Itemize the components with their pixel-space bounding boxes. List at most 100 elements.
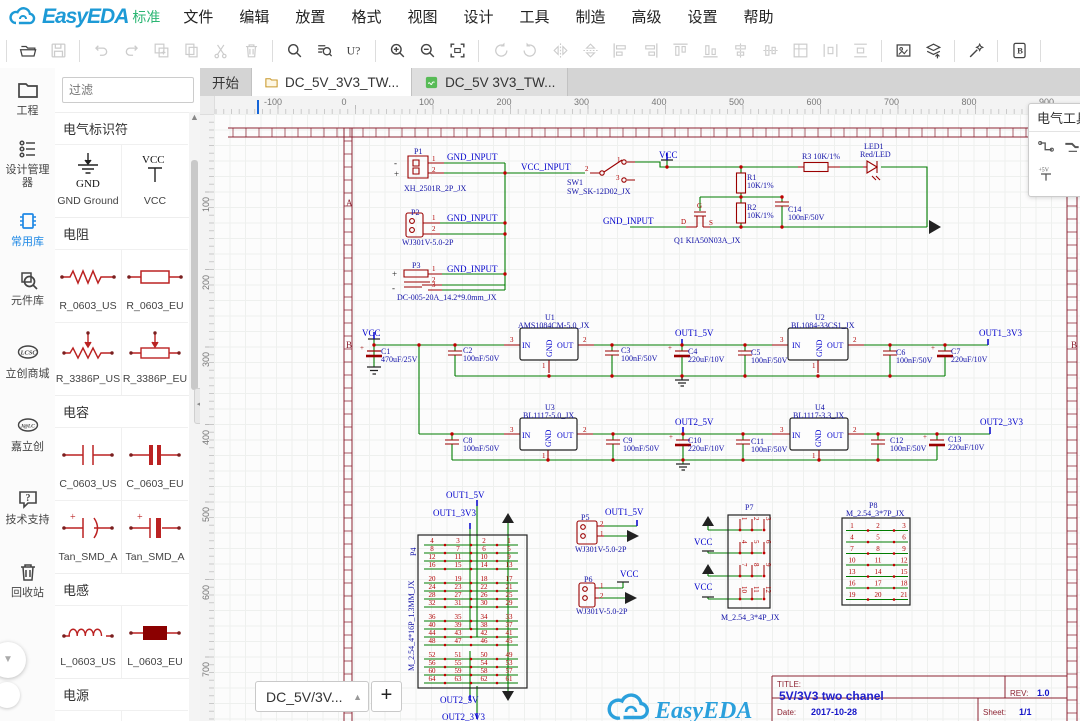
schematic-label: 52 — [429, 651, 437, 659]
add-sheet-button[interactable]: + — [371, 681, 402, 712]
grid-table-button — [785, 37, 815, 65]
sidebar-item-parts-lib[interactable]: 元件库 — [0, 258, 55, 317]
menu-item-格式[interactable]: 格式 — [338, 0, 394, 33]
schematic-label: 35 — [455, 613, 463, 621]
schematic-label: GND_INPUT — [447, 152, 498, 162]
flip-h-button — [545, 37, 575, 65]
menu-item-设置[interactable]: 设置 — [675, 0, 731, 33]
schematic-label: 43 — [455, 629, 463, 637]
scroll-up-icon[interactable]: ▲ — [189, 112, 200, 124]
schematic-label: 100nF/50V — [463, 444, 500, 453]
zoom-out-button[interactable] — [412, 37, 442, 65]
sidebar-item-recycle[interactable]: 回收站 — [0, 550, 55, 609]
library-part-VCC[interactable]: VCC — [121, 144, 188, 217]
ic-bodies — [418, 328, 910, 688]
easyeda-logo[interactable]: EasyEDA 标准 — [8, 5, 160, 29]
library-part-C_0603_EU[interactable]: C_0603_EU — [121, 427, 188, 500]
library-part-R_3386P_US[interactable]: R_3386P_US — [55, 322, 121, 395]
schematic-label: 3 — [616, 174, 620, 182]
logo-text: EasyEDA — [42, 5, 128, 29]
schematic-label: GND_INPUT — [603, 216, 654, 226]
floating-widget[interactable]: ▼ — [0, 642, 30, 718]
menu-item-设计[interactable]: 设计 — [450, 0, 506, 33]
schematic-label: 39 — [455, 621, 463, 629]
zoom-fit-button[interactable] — [442, 37, 472, 65]
plus5v-flag-icon[interactable] — [1033, 161, 1059, 187]
netlist-check-button[interactable] — [339, 37, 369, 65]
schematic-label: 2 — [853, 336, 857, 344]
layer-convert-button[interactable] — [918, 37, 948, 65]
sidebar-item-project[interactable]: 工程 — [0, 68, 55, 127]
sidebar-item-design-manager[interactable]: 设计管理器 — [0, 127, 55, 199]
schematic-label: 3 — [432, 281, 436, 289]
schematic-label: IN — [792, 431, 801, 440]
magic-wand-button[interactable] — [961, 37, 991, 65]
filter-input[interactable] — [62, 77, 194, 103]
schematic-label: 1 — [812, 362, 816, 370]
wire-tool-icon[interactable] — [1033, 135, 1059, 161]
schematic-label: B — [346, 340, 352, 350]
menu-item-制造[interactable]: 制造 — [563, 0, 619, 33]
folder-icon — [16, 78, 40, 102]
sidebar-item-support[interactable]: 技术支持 — [0, 477, 55, 536]
library-part-L_0603_EU[interactable]: L_0603_EU — [121, 605, 188, 678]
schematic-label: AMS1084CM-5.0_JX — [518, 321, 590, 330]
sidebar-item-jlc[interactable]: 嘉立创 — [0, 404, 55, 463]
image-export-button[interactable] — [888, 37, 918, 65]
search-settings-button[interactable] — [309, 37, 339, 65]
align-middle-v-button — [755, 37, 785, 65]
schematic-label: REV: — [1010, 689, 1028, 698]
search-button[interactable] — [279, 37, 309, 65]
doc-tab-0[interactable]: 开始 — [200, 68, 252, 96]
sidebar-item-lcsc[interactable]: 立创商城 — [0, 331, 55, 390]
menu-item-帮助[interactable]: 帮助 — [731, 0, 787, 33]
library-part-GND Ground[interactable]: GND Ground — [55, 144, 121, 217]
scrollbar-thumb[interactable] — [191, 160, 198, 390]
library-part-L_0603_US[interactable]: L_0603_US — [55, 605, 121, 678]
library-part-Tan_SMD_A[interactable]: Tan_SMD_A — [55, 500, 121, 573]
library-section: 电感L_0603_USL_0603_EU — [55, 573, 189, 678]
chevron-up-icon[interactable]: ▲ — [347, 692, 368, 702]
bus-tool-icon[interactable] — [1059, 135, 1080, 161]
schematic-label: P5 — [581, 513, 589, 522]
doc-bom-button[interactable] — [1004, 37, 1034, 65]
menu-item-文件[interactable]: 文件 — [170, 0, 226, 33]
schematic-label: VCC — [620, 569, 639, 579]
library-part-CR1220-2[interactable]: CR1220-2 — [55, 710, 121, 721]
flip-v-button — [575, 37, 605, 65]
collapse-bubble[interactable]: ▼ — [0, 642, 26, 678]
library-part-C_0603_US[interactable]: C_0603_US — [55, 427, 121, 500]
library-part-R_3386P_EU[interactable]: R_3386P_EU — [121, 322, 188, 395]
schematic-label: D — [681, 218, 686, 226]
sidebar-item-common-lib[interactable]: 常用库 — [0, 199, 55, 258]
sheet-tab[interactable]: DC_5V/3V... ▲ — [255, 681, 369, 712]
schematic-label: 220uF/10V — [948, 443, 985, 452]
library-part-Tan_SMD_A[interactable]: Tan_SMD_A — [121, 500, 188, 573]
zoom-in-button[interactable] — [382, 37, 412, 65]
library-part-R_0603_US[interactable]: R_0603_US — [55, 249, 121, 322]
menu-item-高级[interactable]: 高级 — [619, 0, 675, 33]
schematic-label: 1 — [617, 156, 621, 164]
doc-tab-2[interactable]: DC_5V 3V3_TW... — [412, 68, 568, 96]
section-title: 电容 — [55, 396, 189, 427]
schematic-label: 7 — [456, 545, 460, 553]
distribute-v-button — [845, 37, 875, 65]
library-part-DC005-T20[interactable]: DC005-T20 — [121, 710, 188, 721]
schematic-label: 1 — [740, 517, 748, 521]
schematic-label: 3 — [780, 336, 784, 344]
schematic-label: 9 — [764, 563, 772, 567]
menu-item-工具[interactable]: 工具 — [506, 0, 562, 33]
doc-tab-1[interactable]: DC_5V_3V3_TW... — [252, 68, 412, 96]
schematic-label: 11 — [752, 586, 760, 593]
schematic-label: SW1 — [567, 178, 583, 187]
folder-open-button[interactable] — [13, 37, 43, 65]
schematic-label: 10 — [481, 553, 489, 561]
svg-text:+: + — [923, 433, 927, 441]
library-part-R_0603_EU[interactable]: R_0603_EU — [121, 249, 188, 322]
menu-item-放置[interactable]: 放置 — [282, 0, 338, 33]
schematic-label: - — [392, 283, 395, 293]
menu-item-编辑[interactable]: 编辑 — [226, 0, 282, 33]
bubble-small[interactable] — [0, 682, 20, 708]
menu-item-视图[interactable]: 视图 — [394, 0, 450, 33]
logo-badge: 标准 — [132, 7, 160, 27]
